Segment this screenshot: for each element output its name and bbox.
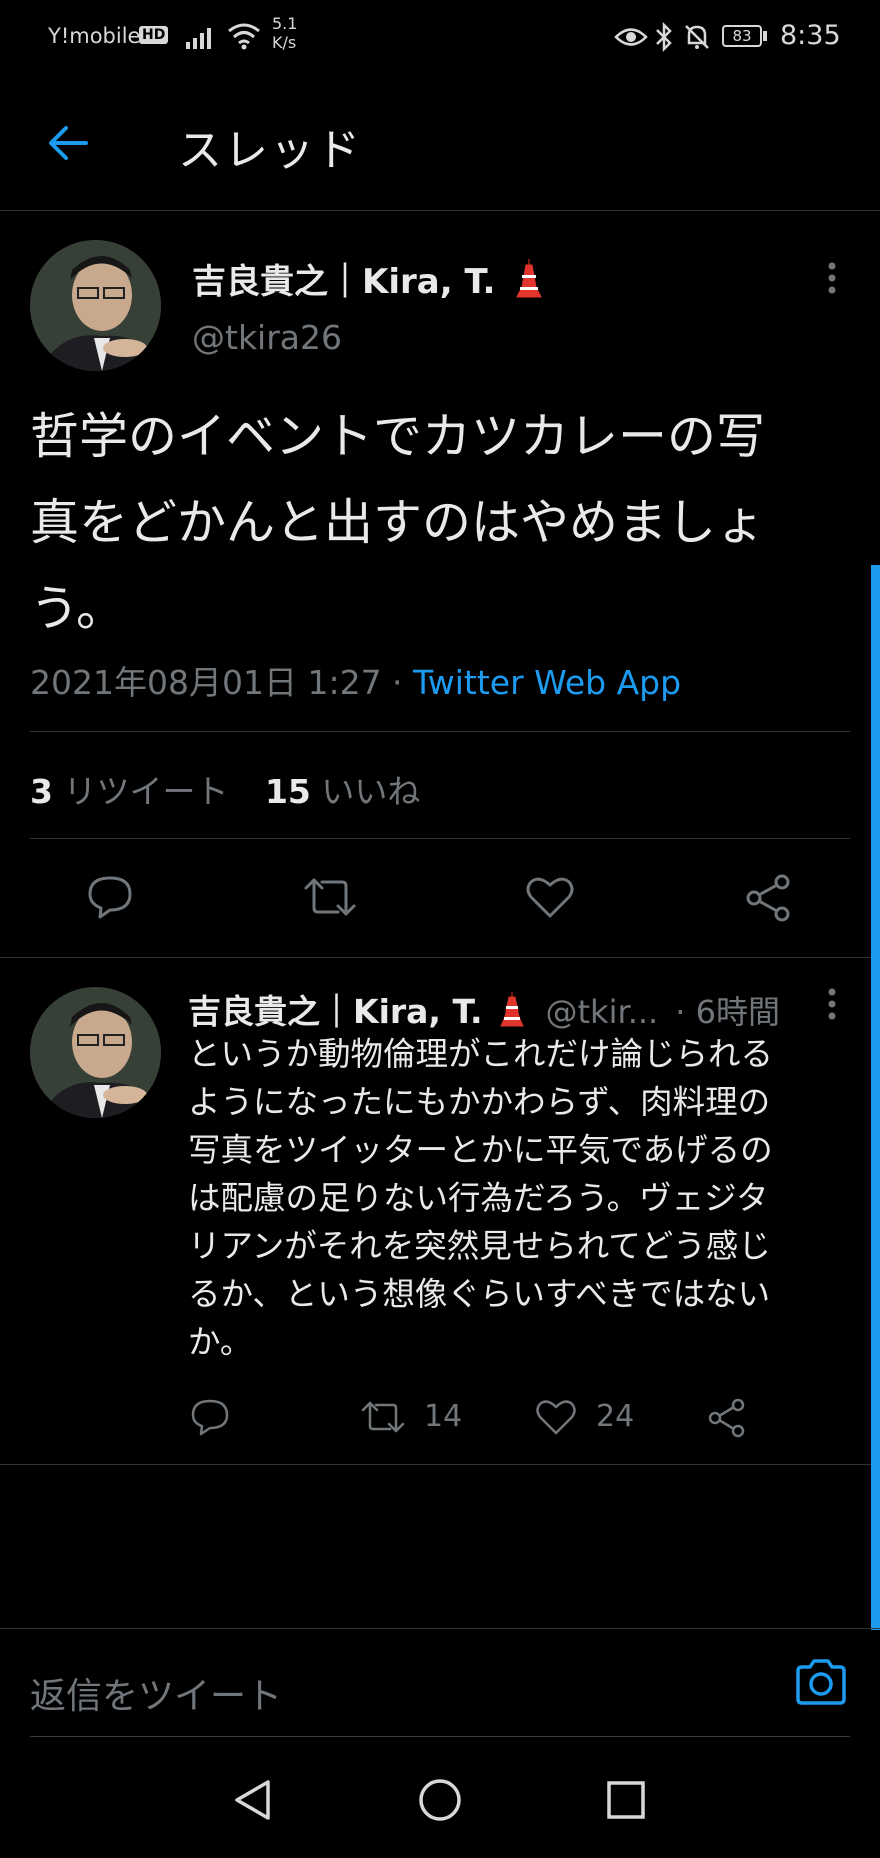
net-speed-unit: K/s xyxy=(272,33,297,52)
author-name-text: 吉良貴之｜Kira, T. xyxy=(192,262,496,302)
like-icon[interactable] xyxy=(525,874,575,920)
reply-like-count: 24 xyxy=(596,1399,635,1434)
net-speed: 5.1 K/s xyxy=(272,14,297,52)
battery-tip xyxy=(763,31,767,41)
tokyo-tower-emoji-icon xyxy=(516,259,543,298)
reply-avatar[interactable] xyxy=(30,987,161,1118)
status-bar: Y!mobile HD 5.1 K/s 83 8:35 xyxy=(0,0,880,76)
bluetooth-icon xyxy=(656,22,672,52)
nav-recents-icon[interactable] xyxy=(606,1780,646,1820)
reply-reply-icon[interactable] xyxy=(190,1398,230,1436)
carrier-label: Y!mobile xyxy=(48,24,141,48)
wifi-icon xyxy=(228,23,260,50)
divider xyxy=(30,838,850,839)
reply-author-name-text: 吉良貴之｜Kira, T. xyxy=(188,992,483,1031)
author-name[interactable]: 吉良貴之｜Kira, T. xyxy=(192,254,545,303)
signal-icon xyxy=(186,28,211,49)
likes-count-link[interactable]: 15 いいね xyxy=(265,772,420,811)
tweet-text-line: 哲学のイベントでカツカレーの写 xyxy=(30,408,766,465)
tweet-text-line: う。 xyxy=(30,580,126,637)
reply-like-icon[interactable] xyxy=(535,1398,577,1436)
net-speed-value: 5.1 xyxy=(272,14,298,33)
tweet-meta: 2021年08月01日 1:27 · Twitter Web App xyxy=(30,656,681,704)
share-icon[interactable] xyxy=(744,874,794,922)
more-icon[interactable] xyxy=(822,260,842,300)
meta-separator: · xyxy=(381,663,414,702)
reply-text-line: るか、という想像ぐらいすべきではない xyxy=(188,1275,771,1313)
reply-icon[interactable] xyxy=(86,874,134,920)
eye-icon xyxy=(614,28,648,46)
divider xyxy=(30,1736,850,1737)
engagement-counts: 3 リツイート 15 いいね xyxy=(30,765,420,813)
reply-retweet-count: 14 xyxy=(424,1399,463,1434)
divider xyxy=(0,1464,880,1465)
reply-text-line: リアンがそれを突然見せられてどう感じ xyxy=(188,1227,771,1265)
camera-icon[interactable] xyxy=(794,1657,848,1707)
reply-text: というか動物倫理がこれだけ論じられる ようになったにもかかわらず、肉料理の 写真… xyxy=(188,1030,868,1366)
hd-badge: HD xyxy=(139,26,169,44)
nav-back-icon[interactable] xyxy=(232,1778,274,1822)
like-count: 15 xyxy=(264,772,311,811)
tweet-text-line: 真をどかんと出すのはやめましょ xyxy=(30,494,766,551)
reply-time: · 6時間 xyxy=(675,993,781,1031)
reply-header: 吉良貴之｜Kira, T. @tkir... · 6時間 xyxy=(188,985,788,1033)
page-title: スレッド xyxy=(178,125,362,176)
back-arrow-icon[interactable] xyxy=(46,121,90,165)
battery-icon: 83 xyxy=(722,25,762,47)
like-label: いいね xyxy=(321,772,421,811)
nav-home-icon[interactable] xyxy=(418,1778,462,1822)
retweets-count-link[interactable]: 3 リツイート xyxy=(30,772,228,811)
tweet-text: 哲学のイベントでカツカレーの写 真をどかんと出すのはやめましょ う。 xyxy=(30,394,860,652)
reply-author-handle[interactable]: @tkir... xyxy=(546,993,659,1031)
reply-text-line: か。 xyxy=(188,1323,253,1361)
reply-author-name[interactable]: 吉良貴之｜Kira, T. xyxy=(188,992,538,1031)
top-app-bar: スレッド xyxy=(0,76,880,211)
reply-text-line: 写真をツイッターとかに平気であげるの xyxy=(188,1131,773,1169)
avatar-image xyxy=(30,987,161,1118)
reply-text-line: というか動物倫理がこれだけ論じられる xyxy=(188,1035,774,1073)
retweet-label: リツイート xyxy=(63,772,229,811)
reply-share-icon[interactable] xyxy=(706,1398,748,1438)
reply-text-line: ようになったにもかかわらず、肉料理の xyxy=(188,1083,771,1121)
system-nav-bar xyxy=(0,1738,880,1858)
tokyo-tower-emoji-icon xyxy=(500,992,524,1027)
reply-retweet-icon[interactable] xyxy=(360,1398,406,1436)
reply-more-icon[interactable] xyxy=(822,986,842,1026)
avatar[interactable] xyxy=(30,240,161,371)
scrollbar[interactable] xyxy=(871,565,880,1630)
clock: 8:35 xyxy=(780,20,841,51)
tweet-source-link[interactable]: Twitter Web App xyxy=(413,663,681,702)
divider xyxy=(0,957,880,958)
avatar-image xyxy=(30,240,161,371)
mute-bell-icon xyxy=(685,25,709,49)
divider xyxy=(30,731,850,732)
retweet-count: 3 xyxy=(30,772,53,811)
reply-text-line: は配慮の足りない行為だろう。ヴェジタ xyxy=(188,1179,769,1217)
tweet-date: 2021年08月01日 1:27 xyxy=(30,663,382,702)
retweet-icon[interactable] xyxy=(302,874,358,920)
reply-composer: 返信をツイート xyxy=(0,1628,880,1739)
author-handle[interactable]: @tkira26 xyxy=(192,318,342,357)
reply-input[interactable]: 返信をツイート xyxy=(30,1667,282,1719)
